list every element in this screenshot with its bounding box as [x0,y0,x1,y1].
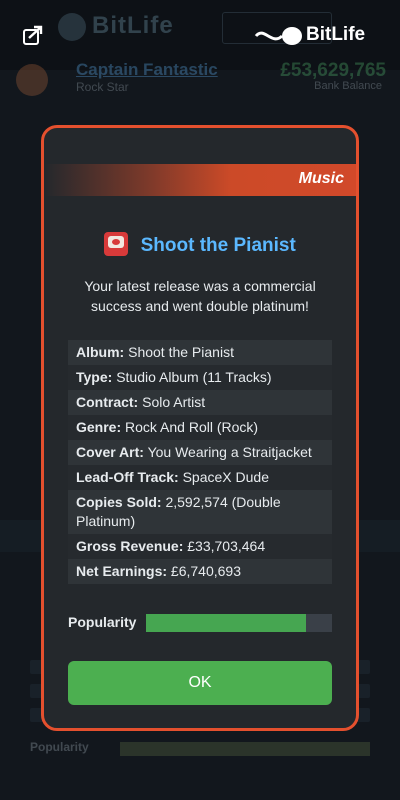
popularity-bar [146,614,332,632]
background-popularity-label: Popularity [30,740,89,754]
detail-gross-revenue: Gross Revenue: £33,703,464 [68,534,332,559]
share-icon[interactable] [22,24,44,46]
dialog-title-row: Shoot the Pianist [44,232,356,257]
avatar [16,64,48,96]
detail-contract: Contract: Solo Artist [68,390,332,415]
dialog-message: Your latest release was a commercial suc… [84,278,316,314]
detail-net-earnings: Net Earnings: £6,740,693 [68,559,332,584]
detail-copies-sold: Copies Sold: 2,592,574 (Double Platinum) [68,490,332,534]
bank-balance-label: Bank Balance [314,80,382,92]
sperm-logo-icon [254,27,302,45]
detail-album: Album: Shoot the Pianist [68,340,332,365]
category-label: Music [298,170,344,187]
character-name: Captain Fantastic [76,60,218,79]
detail-type: Type: Studio Album (11 Tracks) [68,365,332,390]
background-popularity-bar [120,742,370,756]
popularity-bar-fill [146,614,306,632]
album-release-dialog: Music Shoot the Pianist Your latest rele… [41,125,359,731]
background-logo: BitLife [58,12,174,41]
popularity-label: Popularity [68,614,137,630]
category-banner: Music [44,164,356,196]
detail-genre: Genre: Rock And Roll (Rock) [68,415,332,440]
character-job: Rock Star [76,80,129,94]
profile-header: Captain Fantastic Rock Star £53,629,765 … [0,60,400,102]
bank-balance: £53,629,765 [280,60,386,81]
bitlife-logo: BitLife [254,22,374,50]
record-icon [104,232,129,256]
detail-cover-art: Cover Art: You Wearing a Straitjacket [68,440,332,465]
detail-lead-off-track: Lead-Off Track: SpaceX Dude [68,465,332,490]
album-details-list: Album: Shoot the Pianist Type: Studio Al… [68,340,332,584]
dialog-title: Shoot the Pianist [140,235,296,256]
ok-button[interactable]: OK [68,661,332,705]
